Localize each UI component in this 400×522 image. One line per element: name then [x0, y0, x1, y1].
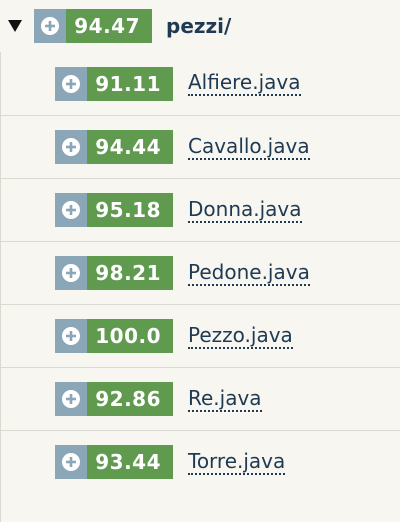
- file-link[interactable]: Torre.java: [188, 450, 286, 475]
- expand-button[interactable]: [55, 382, 87, 416]
- coverage-score: 92.86: [87, 382, 173, 416]
- coverage-score: 91.11: [87, 66, 173, 101]
- file-row: 98.21 Pedone.java: [0, 241, 400, 304]
- coverage-badge: 94.44: [55, 130, 173, 164]
- coverage-score: 95.18: [87, 193, 173, 227]
- caret-down-icon[interactable]: [8, 19, 22, 33]
- expand-button[interactable]: [34, 9, 66, 43]
- expand-button[interactable]: [55, 256, 87, 290]
- plus-circle-icon: [41, 17, 59, 35]
- file-row: 100.0 Pezzo.java: [0, 304, 400, 367]
- coverage-tree: 94.47 pezzi/ 91.11 Alfiere.java 94.44 Ca…: [0, 0, 400, 522]
- plus-circle-icon: [62, 327, 80, 345]
- file-row: 91.11 Alfiere.java: [0, 52, 400, 115]
- plus-circle-icon: [62, 201, 80, 219]
- file-row: 95.18 Donna.java: [0, 178, 400, 241]
- folder-row-pezzi: 94.47 pezzi/: [0, 8, 400, 44]
- file-row: 93.44 Torre.java: [0, 430, 400, 493]
- expand-button[interactable]: [55, 130, 87, 164]
- coverage-score: 94.47: [66, 9, 152, 43]
- coverage-badge: 92.86: [55, 382, 173, 416]
- coverage-score: 93.44: [87, 445, 173, 479]
- folder-label[interactable]: pezzi/: [166, 14, 231, 38]
- coverage-badge: 100.0: [55, 319, 173, 353]
- expand-button[interactable]: [55, 66, 87, 101]
- file-link[interactable]: Re.java: [188, 387, 262, 412]
- file-link[interactable]: Donna.java: [188, 198, 302, 223]
- plus-circle-icon: [62, 453, 80, 471]
- coverage-badge: 98.21: [55, 256, 173, 290]
- expand-button[interactable]: [55, 193, 87, 227]
- coverage-badge: 93.44: [55, 445, 173, 479]
- plus-circle-icon: [62, 390, 80, 408]
- file-link[interactable]: Pezzo.java: [188, 324, 293, 349]
- file-link[interactable]: Pedone.java: [188, 261, 310, 286]
- file-row: 92.86 Re.java: [0, 367, 400, 430]
- coverage-badge: 91.11: [55, 66, 173, 101]
- file-link[interactable]: Cavallo.java: [188, 135, 310, 160]
- file-row: 94.44 Cavallo.java: [0, 115, 400, 178]
- file-list: 91.11 Alfiere.java 94.44 Cavallo.java 95…: [0, 52, 400, 522]
- coverage-badge: 94.47: [34, 9, 152, 43]
- plus-circle-icon: [62, 264, 80, 282]
- coverage-score: 94.44: [87, 130, 173, 164]
- coverage-score: 100.0: [87, 319, 173, 353]
- plus-circle-icon: [62, 74, 80, 93]
- expand-button[interactable]: [55, 319, 87, 353]
- file-link[interactable]: Alfiere.java: [188, 71, 301, 96]
- expand-button[interactable]: [55, 445, 87, 479]
- coverage-score: 98.21: [87, 256, 173, 290]
- coverage-badge: 95.18: [55, 193, 173, 227]
- plus-circle-icon: [62, 138, 80, 156]
